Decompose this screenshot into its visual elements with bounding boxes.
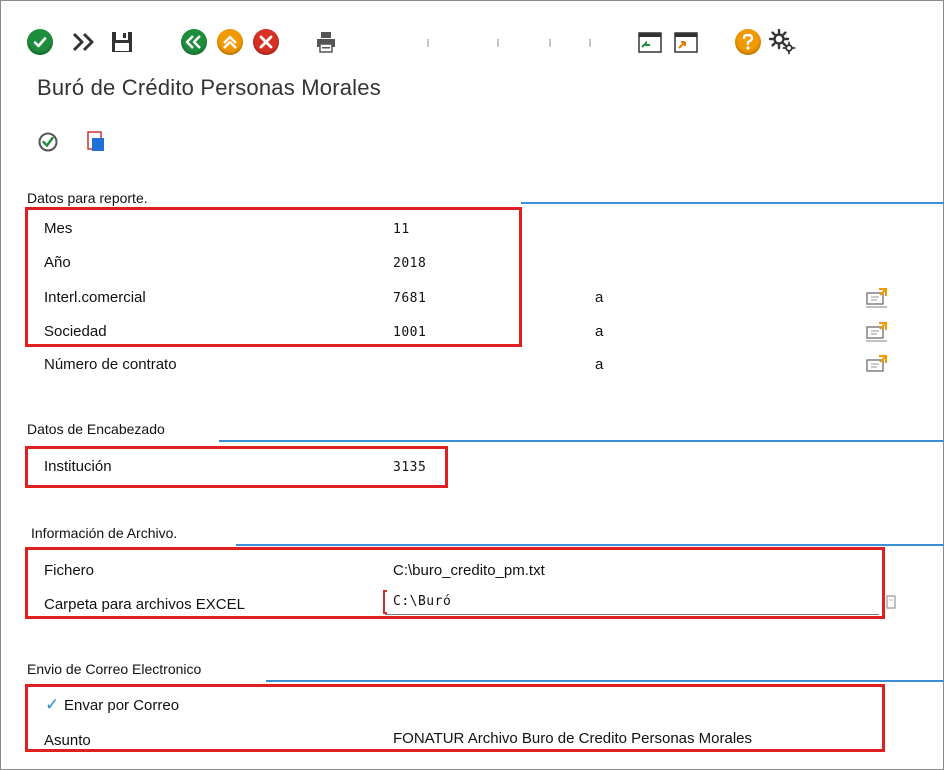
field-input-carpeta[interactable]: C:\Buró xyxy=(393,594,451,609)
layout2-icon[interactable] xyxy=(669,25,703,59)
section-label-header: Datos de Encabezado xyxy=(27,421,165,437)
variant-icon[interactable] xyxy=(79,125,113,159)
toolbar-separator xyxy=(589,39,591,47)
field-label-interl: Interl.comercial xyxy=(44,289,146,306)
range-label: a xyxy=(595,289,604,306)
double-chevron-icon[interactable] xyxy=(67,25,101,59)
folder-browse-icon[interactable] xyxy=(885,593,899,616)
check-icon[interactable] xyxy=(23,25,57,59)
layout-icon[interactable] xyxy=(633,25,667,59)
checkbox-send-email[interactable]: ✓ xyxy=(45,695,59,715)
range-label: a xyxy=(595,356,604,373)
field-label-institucion: Institución xyxy=(44,458,112,475)
multiple-selection-icon[interactable] xyxy=(865,321,889,343)
section-rule xyxy=(266,680,944,682)
section-label-file: Información de Archivo. xyxy=(31,525,178,541)
settings-icon[interactable] xyxy=(765,25,799,59)
toolbar-separator xyxy=(549,39,551,47)
field-label-asunto: Asunto xyxy=(44,732,91,749)
field-input-institucion[interactable]: 3135 xyxy=(393,460,426,475)
print-icon[interactable] xyxy=(309,25,343,59)
field-input-fichero[interactable]: C:\buro_credito_pm.txt xyxy=(393,562,545,579)
field-label-mes: Mes xyxy=(44,220,73,237)
section-label-email: Envio de Correo Electronico xyxy=(27,661,202,677)
help-icon[interactable] xyxy=(731,25,765,59)
section-rule xyxy=(236,544,944,546)
application-toolbar xyxy=(1,1,944,65)
field-input-asunto[interactable]: FONATUR Archivo Buro de Credito Personas… xyxy=(393,730,752,747)
page-title: Buró de Crédito Personas Morales xyxy=(37,75,381,100)
toolbar-separator xyxy=(497,39,499,47)
checkbox-label-send-email: Envar por Correo xyxy=(64,697,180,714)
window-frame: Buró de Crédito Personas Morales Datos p… xyxy=(0,0,944,770)
input-focus-marker xyxy=(383,590,387,614)
folder-input-box[interactable] xyxy=(385,589,879,615)
field-label-anio: Año xyxy=(44,254,71,271)
field-label-carpeta: Carpeta para archivos EXCEL xyxy=(44,596,245,613)
exit-icon[interactable] xyxy=(213,25,247,59)
cancel-icon[interactable] xyxy=(249,25,283,59)
back-icon[interactable] xyxy=(177,25,211,59)
field-input-interl[interactable]: 7681 xyxy=(393,291,426,306)
range-label: a xyxy=(595,323,604,340)
multiple-selection-icon[interactable] xyxy=(865,354,889,376)
section-rule xyxy=(219,440,944,442)
field-label-sociedad: Sociedad xyxy=(44,323,107,340)
field-label-fichero: Fichero xyxy=(44,562,95,579)
execute-icon[interactable] xyxy=(31,125,65,159)
field-input-contrato[interactable] xyxy=(393,358,483,374)
toolbar-separator xyxy=(427,39,429,47)
field-input-anio[interactable]: 2018 xyxy=(393,256,426,271)
field-label-contrato: Número de contrato xyxy=(44,356,177,373)
section-rule xyxy=(521,202,944,204)
save-icon[interactable] xyxy=(105,25,139,59)
field-input-sociedad[interactable]: 1001 xyxy=(393,325,426,340)
multiple-selection-icon[interactable] xyxy=(865,287,889,309)
section-label-report: Datos para reporte. xyxy=(27,190,148,206)
field-input-mes[interactable]: 11 xyxy=(393,222,410,237)
